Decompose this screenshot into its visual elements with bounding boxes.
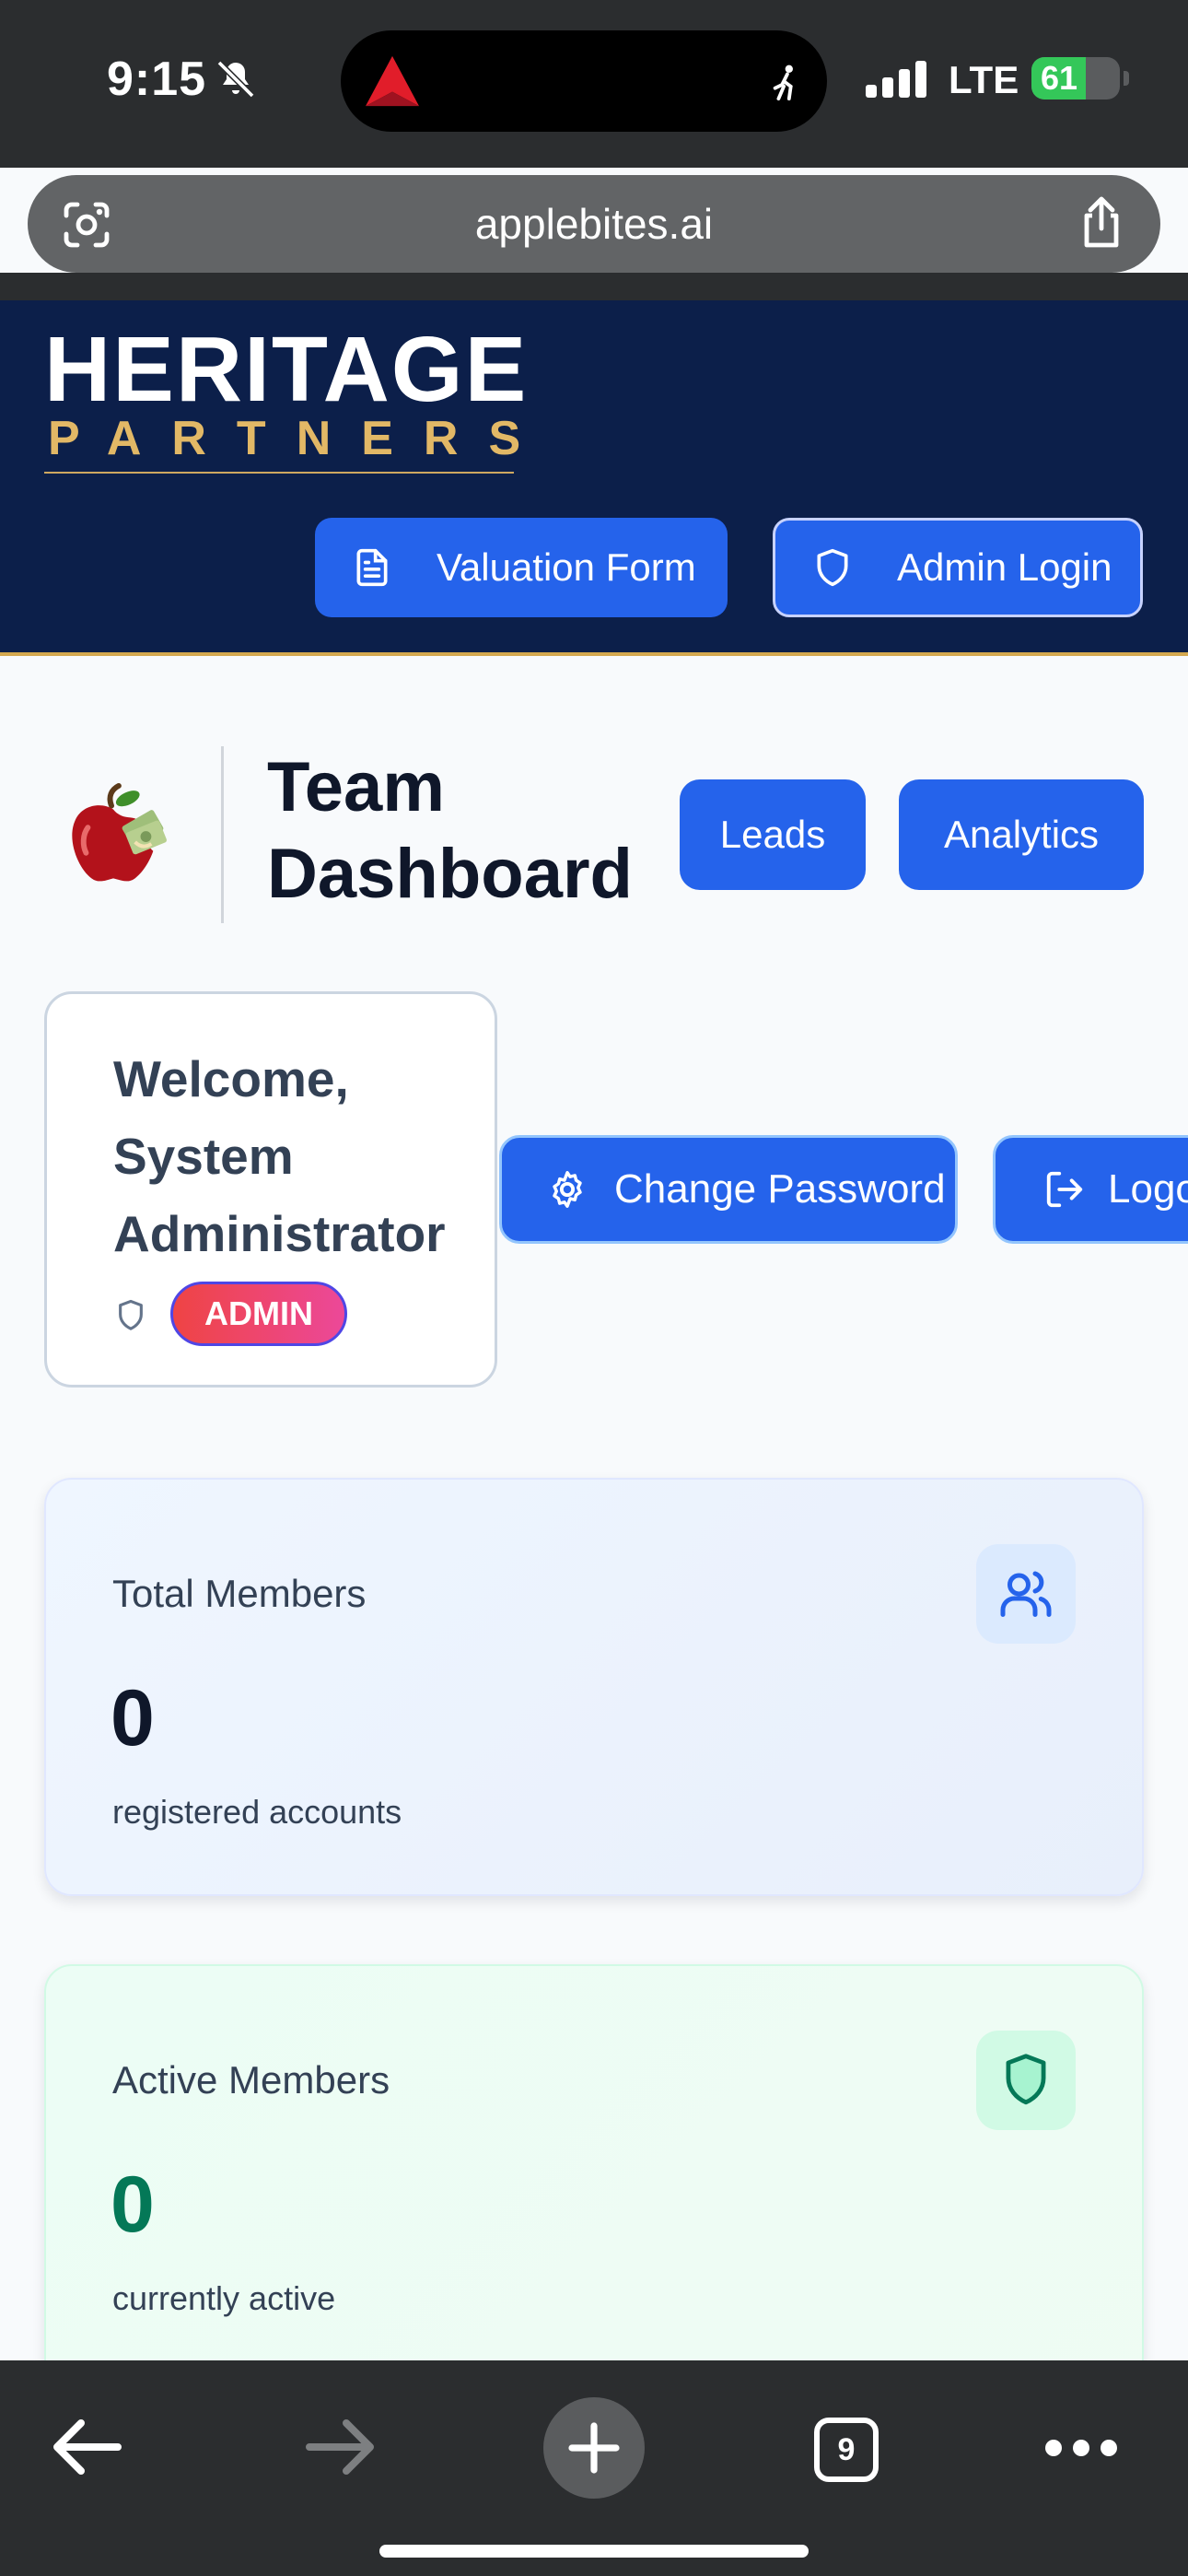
stat-caption: currently active: [112, 2279, 336, 2317]
logout-icon: [1046, 1171, 1083, 1208]
change-password-label: Change Password: [614, 1166, 946, 1212]
battery-percent: 61: [1041, 59, 1078, 97]
stat-value: 0: [111, 1674, 155, 1762]
browser-toolbar: 9: [0, 2360, 1188, 2576]
battery-tip: [1124, 71, 1129, 86]
valuation-form-button[interactable]: Valuation Form: [315, 518, 728, 617]
bell-slash-icon: [216, 60, 255, 99]
gear-icon: [553, 1171, 582, 1208]
walking-icon: [773, 64, 793, 100]
document-icon: [356, 548, 388, 587]
back-icon[interactable]: [52, 2418, 122, 2476]
total-members-card: Total Members 0 registered accounts: [44, 1478, 1144, 1896]
heading-divider: [221, 746, 224, 923]
tabs-button[interactable]: 9: [814, 2418, 879, 2482]
stat-label: Total Members: [112, 1572, 367, 1615]
analytics-button[interactable]: Analytics: [899, 779, 1144, 890]
heritage-partners-logo[interactable]: HERITAGE PARTNERS: [44, 319, 526, 474]
logout-button[interactable]: Logo: [993, 1135, 1188, 1244]
users-icon: [1000, 1571, 1052, 1617]
new-tab-button[interactable]: [543, 2397, 645, 2499]
url-bar[interactable]: applebites.ai: [28, 175, 1160, 273]
logo-wordmark-bottom: PARTNERS: [48, 412, 552, 465]
users-icon-box: [976, 1544, 1076, 1644]
url-text: applebites.ai: [474, 200, 714, 248]
network-type: LTE: [949, 58, 1019, 101]
shield-icon: [817, 548, 848, 587]
admin-login-label: Admin Login: [897, 545, 1112, 589]
signal-icon: [866, 61, 926, 98]
status-bar: 9:15 LTE 61: [0, 0, 1188, 168]
welcome-card: Welcome, System Administrator ADMIN: [44, 991, 497, 1388]
stat-value: 0: [111, 2160, 155, 2249]
browser-strip: [0, 273, 1188, 300]
valuation-form-label: Valuation Form: [437, 545, 696, 589]
shield-icon-box: [976, 2031, 1076, 2130]
shield-icon: [1006, 2054, 1046, 2105]
stat-caption: registered accounts: [112, 1793, 402, 1831]
leads-button[interactable]: Leads: [680, 779, 866, 890]
admin-login-button[interactable]: Admin Login: [773, 518, 1143, 617]
dynamic-island: [341, 30, 827, 132]
page-title: Team Dashboard: [267, 748, 633, 913]
forward-icon[interactable]: [306, 2418, 376, 2476]
home-indicator: [379, 2545, 809, 2558]
site-header: HERITAGE PARTNERS Valuation Form Admin L…: [0, 300, 1188, 656]
delta-app-icon: [366, 55, 419, 107]
stat-label: Active Members: [112, 2058, 390, 2102]
shield-icon: [119, 1299, 143, 1330]
welcome-message: Welcome, System Administrator: [113, 1050, 446, 1262]
apple-bites-logo: [72, 782, 167, 882]
logo-underline: [44, 472, 514, 474]
logout-label: Logo: [1108, 1166, 1188, 1212]
role-badge: ADMIN: [170, 1282, 347, 1346]
status-time: 9:15: [107, 53, 207, 106]
more-icon[interactable]: [1044, 2434, 1118, 2462]
app-viewport: 9:15 LTE 61 applebites.ai HERITAGE PARTN…: [0, 0, 1188, 2576]
logo-wordmark-top: HERITAGE: [44, 318, 529, 421]
battery-icon: 61: [1031, 57, 1120, 100]
new-tab-icon: [568, 2422, 620, 2474]
change-password-button[interactable]: Change Password: [499, 1135, 958, 1244]
share-icon[interactable]: [1076, 195, 1127, 251]
